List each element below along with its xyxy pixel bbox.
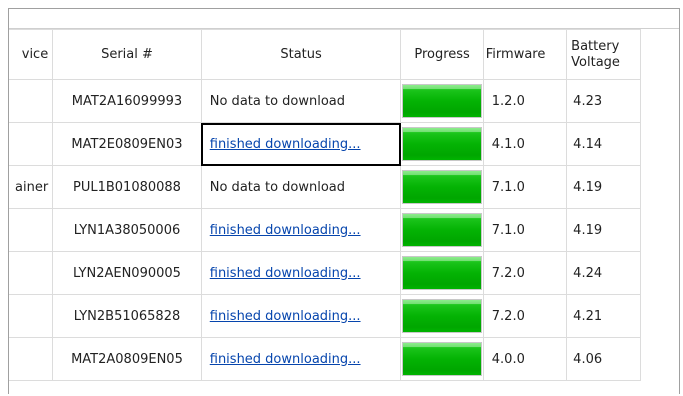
battery-voltage-cell: 4.06	[566, 337, 641, 381]
status-link[interactable]: finished downloading...	[210, 309, 361, 324]
firmware-cell: 7.2.0	[482, 251, 568, 295]
status-cell[interactable]: finished downloading...	[200, 251, 402, 295]
column-header-firmware-label: Firmware	[485, 47, 546, 62]
column-header-battery-line1: Battery	[571, 38, 620, 54]
table-row[interactable]: MAT2A0809EN05 finished downloading... 4.0.…	[9, 337, 641, 381]
device-cell	[9, 122, 54, 166]
battery-voltage-cell: 4.24	[566, 251, 641, 295]
progress-bar	[402, 170, 483, 204]
status-text: No data to download	[209, 179, 346, 195]
device-cell	[9, 251, 54, 295]
serial-cell: LYN2B51065828	[52, 294, 202, 338]
progress-bar	[402, 213, 483, 247]
progress-bar-fill	[403, 257, 482, 289]
table-row[interactable]: LYN2AEN090005 finished downloading... 7.2.…	[9, 251, 641, 295]
status-link[interactable]: finished downloading...	[210, 266, 361, 281]
device-cell	[9, 79, 54, 123]
column-header-device[interactable]: vice	[9, 29, 54, 80]
column-header-battery[interactable]: Battery Voltage	[566, 29, 641, 80]
column-header-status-label: Status	[280, 47, 322, 62]
progress-bar-fill	[403, 300, 482, 332]
status-cell: No data to download	[200, 165, 402, 209]
device-grid-panel: vice Serial # Status Progress Firmware B…	[8, 8, 680, 394]
battery-voltage-cell: 4.19	[566, 165, 641, 209]
progress-bar-fill	[403, 343, 482, 375]
status-cell[interactable]: finished downloading...	[200, 122, 402, 166]
progress-cell	[400, 122, 484, 166]
battery-voltage-cell: 4.14	[566, 122, 641, 166]
battery-voltage-cell: 4.21	[566, 294, 641, 338]
serial-cell: MAT2A0809EN05	[52, 337, 202, 381]
progress-cell	[400, 251, 484, 295]
firmware-cell: 4.0.0	[482, 337, 568, 381]
table-row[interactable]: LYN2B51065828 finished downloading... 7.2.…	[9, 294, 641, 338]
serial-cell: PUL1B01080088	[52, 165, 202, 209]
progress-cell	[400, 79, 484, 123]
firmware-cell: 1.2.0	[482, 79, 568, 123]
progress-bar	[402, 256, 483, 290]
device-cell: ainer	[9, 165, 54, 209]
progress-cell	[400, 165, 484, 209]
serial-cell: LYN1A38050006	[52, 208, 202, 252]
firmware-cell: 4.1.0	[482, 122, 568, 166]
progress-bar-fill	[403, 128, 482, 160]
status-link[interactable]: finished downloading...	[210, 137, 361, 152]
progress-bar	[402, 127, 483, 161]
progress-bar	[402, 84, 483, 118]
firmware-cell: 7.2.0	[482, 294, 568, 338]
progress-bar-fill	[403, 214, 482, 246]
grid-top-strip	[9, 9, 679, 29]
status-link[interactable]: finished downloading...	[210, 223, 361, 238]
progress-bar-fill	[403, 85, 482, 117]
table-row[interactable]: MAT2A16099993 No data to download 1.2.0 4.2…	[9, 79, 641, 123]
status-text: No data to download	[209, 93, 346, 109]
status-cell: No data to download	[200, 79, 402, 123]
device-table-body: MAT2A16099993 No data to download 1.2.0 4.2…	[9, 79, 641, 381]
table-row[interactable]: LYN1A38050006 finished downloading... 7.1.…	[9, 208, 641, 252]
table-row[interactable]: MAT2E0809EN03 finished downloading... 4.1.…	[9, 122, 641, 166]
serial-cell: LYN2AEN090005	[52, 251, 202, 295]
column-header-status[interactable]: Status	[200, 29, 402, 80]
status-cell[interactable]: finished downloading...	[200, 294, 402, 338]
firmware-cell: 7.1.0	[482, 208, 568, 252]
firmware-cell: 7.1.0	[482, 165, 568, 209]
device-table: vice Serial # Status Progress Firmware B…	[9, 29, 641, 381]
status-link[interactable]: finished downloading...	[210, 352, 361, 367]
progress-bar	[402, 342, 483, 376]
header-row: vice Serial # Status Progress Firmware B…	[9, 29, 641, 80]
status-cell[interactable]: finished downloading...	[200, 208, 402, 252]
column-header-progress[interactable]: Progress	[400, 29, 484, 80]
column-header-progress-label: Progress	[414, 47, 470, 62]
device-cell	[9, 337, 54, 381]
progress-bar	[402, 299, 483, 333]
progress-cell	[400, 337, 484, 381]
battery-voltage-cell: 4.23	[566, 79, 641, 123]
progress-bar-fill	[403, 171, 482, 203]
table-row[interactable]: ainer PUL1B01080088 No data to download 7.1…	[9, 165, 641, 209]
battery-voltage-cell: 4.19	[566, 208, 641, 252]
column-header-serial[interactable]: Serial #	[52, 29, 202, 80]
serial-cell: MAT2E0809EN03	[52, 122, 202, 166]
progress-cell	[400, 208, 484, 252]
progress-cell	[400, 294, 484, 338]
serial-cell: MAT2A16099993	[52, 79, 202, 123]
column-header-serial-label: Serial #	[101, 47, 153, 62]
device-cell	[9, 208, 54, 252]
column-header-battery-line2: Voltage	[571, 54, 620, 70]
column-header-device-label: vice	[21, 47, 49, 62]
device-cell	[9, 294, 54, 338]
column-header-firmware[interactable]: Firmware	[482, 29, 568, 80]
status-cell[interactable]: finished downloading...	[200, 337, 402, 381]
